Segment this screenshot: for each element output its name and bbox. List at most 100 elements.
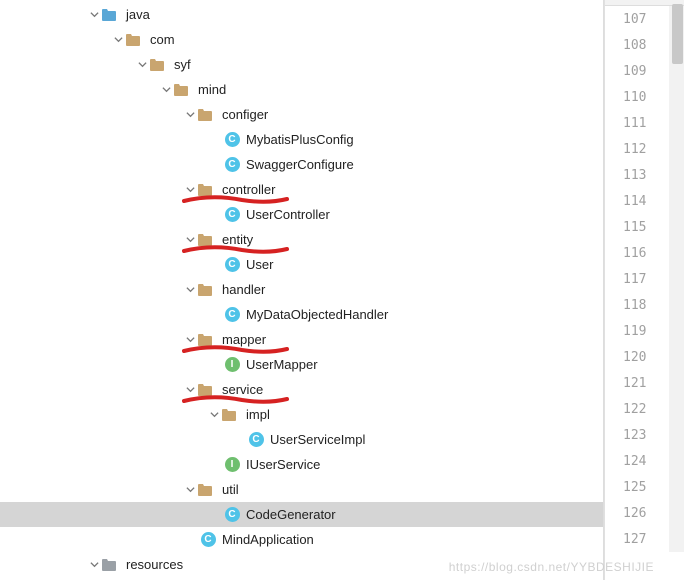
project-tree-panel[interactable]: javacom syfmind configer C MybatisPlusConfig… <box>0 0 604 580</box>
tree-node-util[interactable]: util <box>0 477 603 502</box>
tree-node-label: mind <box>198 82 226 97</box>
tree-node-mind[interactable]: mind <box>0 77 603 102</box>
editor-gutter: 1071081091101111121131141151161171181191… <box>604 0 684 580</box>
line-number: 113 <box>605 162 684 188</box>
line-number: 123 <box>605 422 684 448</box>
folder-icon <box>197 282 213 298</box>
line-number: 110 <box>605 84 684 110</box>
folder-icon <box>197 107 213 123</box>
tree-node-label: com <box>150 32 175 47</box>
interface-icon: I <box>225 457 240 472</box>
chevron-down-icon[interactable] <box>184 384 196 396</box>
tree-node-label: MyDataObjectedHandler <box>246 307 388 322</box>
line-number: 120 <box>605 344 684 370</box>
line-number: 122 <box>605 396 684 422</box>
chevron-down-icon[interactable] <box>136 59 148 71</box>
chevron-down-icon[interactable] <box>88 559 100 571</box>
class-icon: C <box>225 307 240 322</box>
tree-node-user[interactable]: C User <box>0 252 603 277</box>
chevron-down-icon[interactable] <box>184 109 196 121</box>
line-number: 119 <box>605 318 684 344</box>
line-number: 111 <box>605 110 684 136</box>
tree-node-iuserservice[interactable]: I IUserService <box>0 452 603 477</box>
interface-icon: I <box>225 357 240 372</box>
class-icon: C <box>201 532 216 547</box>
tree-node-label: MybatisPlusConfig <box>246 132 354 147</box>
chevron-down-icon[interactable] <box>184 284 196 296</box>
tree-node-handler[interactable]: handler <box>0 277 603 302</box>
tree-node-label: CodeGenerator <box>246 507 336 522</box>
line-number: 121 <box>605 370 684 396</box>
folder-icon <box>173 82 189 98</box>
line-number: 127 <box>605 526 684 552</box>
tree-node-label: configer <box>222 107 268 122</box>
tree-node-impl[interactable]: impl <box>0 402 603 427</box>
folder-icon <box>125 32 141 48</box>
folder-icon <box>197 332 213 348</box>
folder-icon <box>221 407 237 423</box>
tree-node-label: entity <box>222 232 253 247</box>
class-icon: C <box>225 257 240 272</box>
tree-node-controller[interactable]: controller <box>0 177 603 202</box>
line-number: 117 <box>605 266 684 292</box>
chevron-down-icon[interactable] <box>160 84 172 96</box>
line-number: 114 <box>605 188 684 214</box>
line-number: 126 <box>605 500 684 526</box>
folder-icon <box>197 382 213 398</box>
class-icon: C <box>249 432 264 447</box>
folder-icon <box>197 182 213 198</box>
tree-node-label: handler <box>222 282 265 297</box>
tree-node-label: mapper <box>222 332 266 347</box>
class-icon: C <box>225 207 240 222</box>
chevron-down-icon[interactable] <box>184 484 196 496</box>
tree-node-label: util <box>222 482 239 497</box>
line-number: 112 <box>605 136 684 162</box>
line-number: 125 <box>605 474 684 500</box>
tree-node-swaggerconfigure[interactable]: C SwaggerConfigure <box>0 152 603 177</box>
tree-node-label: service <box>222 382 263 397</box>
tree-node-userserviceimpl[interactable]: C UserServiceImpl <box>0 427 603 452</box>
tree-node-mybatisplusconfig[interactable]: C MybatisPlusConfig <box>0 127 603 152</box>
tree-node-codegenerator[interactable]: C CodeGenerator <box>0 502 603 527</box>
tree-node-label: java <box>126 7 150 22</box>
tree-node-service[interactable]: service <box>0 377 603 402</box>
chevron-down-icon[interactable] <box>88 9 100 21</box>
chevron-down-icon[interactable] <box>184 184 196 196</box>
tree-node-label: controller <box>222 182 275 197</box>
tree-node-label: SwaggerConfigure <box>246 157 354 172</box>
tree-node-syf[interactable]: syf <box>0 52 603 77</box>
chevron-down-icon[interactable] <box>208 409 220 421</box>
chevron-down-icon[interactable] <box>112 34 124 46</box>
tree-node-label: UserServiceImpl <box>270 432 365 447</box>
tree-node-usercontroller[interactable]: C UserController <box>0 202 603 227</box>
line-number: 118 <box>605 292 684 318</box>
line-number: 115 <box>605 214 684 240</box>
tree-node-label: syf <box>174 57 191 72</box>
class-icon: C <box>225 157 240 172</box>
tree-node-java[interactable]: java <box>0 2 603 27</box>
folder-icon <box>149 57 165 73</box>
tree-node-mapper[interactable]: mapper <box>0 327 603 352</box>
tree-node-label: User <box>246 257 273 272</box>
class-icon: C <box>225 132 240 147</box>
chevron-down-icon[interactable] <box>184 234 196 246</box>
tree-node-label: IUserService <box>246 457 320 472</box>
tree-node-configer[interactable]: configer <box>0 102 603 127</box>
tree-node-mindapplication[interactable]: C MindApplication <box>0 527 603 552</box>
scrollbar-thumb[interactable] <box>672 4 683 64</box>
tree-node-com[interactable]: com <box>0 27 603 52</box>
class-icon: C <box>225 507 240 522</box>
folder-icon <box>197 482 213 498</box>
tree-node-label: resources <box>126 557 183 572</box>
tree-node-label: MindApplication <box>222 532 314 547</box>
tree-node-resources[interactable]: resources <box>0 552 603 577</box>
tree-node-entity[interactable]: entity <box>0 227 603 252</box>
line-number: 116 <box>605 240 684 266</box>
tree-node-mydataobjectedhandler[interactable]: C MyDataObjectedHandler <box>0 302 603 327</box>
folder-icon <box>197 232 213 248</box>
tree-node-usermapper[interactable]: IUserMapper <box>0 352 603 377</box>
line-number: 124 <box>605 448 684 474</box>
tree-node-label: impl <box>246 407 270 422</box>
chevron-down-icon[interactable] <box>184 334 196 346</box>
tree-node-label: UserController <box>246 207 330 222</box>
